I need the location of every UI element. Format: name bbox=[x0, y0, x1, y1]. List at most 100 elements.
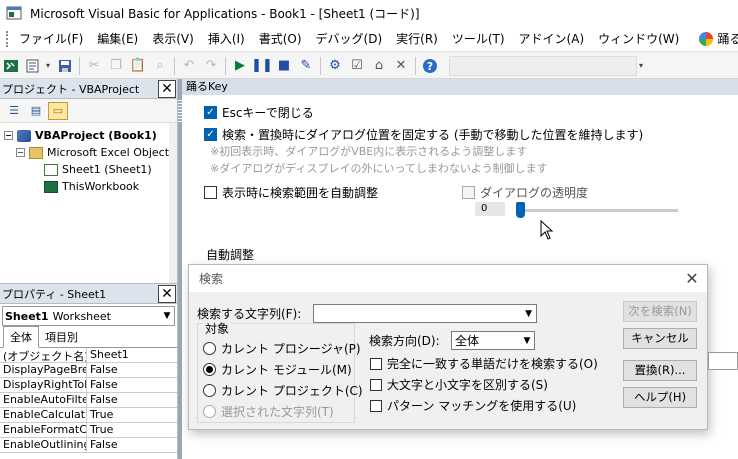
property-row[interactable]: DisplayPageBrea False bbox=[0, 363, 177, 378]
project-scrollbar[interactable] bbox=[169, 123, 177, 283]
help-icon[interactable]: ? bbox=[419, 56, 441, 76]
chevron-down-icon[interactable]: ▼ bbox=[160, 311, 174, 321]
property-key: DisplayPageBrea bbox=[0, 363, 87, 377]
object-browser-icon[interactable]: ⌂ bbox=[368, 56, 390, 76]
property-row[interactable]: EnableAutoFilter False bbox=[0, 393, 177, 408]
radio-current-procedure[interactable]: カレント プロシージャ(P) bbox=[203, 340, 361, 357]
property-value[interactable]: Sheet1 bbox=[87, 348, 129, 362]
close-icon[interactable]: ✕ bbox=[158, 79, 176, 98]
project-explorer-title: プロジェクト - VBAProject bbox=[2, 82, 140, 96]
redo-icon[interactable]: ↷ bbox=[200, 56, 222, 76]
close-icon[interactable]: ✕ bbox=[158, 284, 176, 303]
find-next-button[interactable]: 次を検索(N) bbox=[623, 301, 697, 322]
help-button[interactable]: ヘルプ(H) bbox=[623, 387, 697, 408]
run-icon[interactable]: ▶ bbox=[229, 56, 251, 76]
collapse-icon[interactable]: − bbox=[16, 148, 25, 157]
auto-range-checkbox[interactable] bbox=[204, 186, 217, 199]
property-row[interactable]: EnableFormatConTrue bbox=[0, 423, 177, 438]
chevron-down-icon[interactable]: ▼ bbox=[525, 309, 532, 319]
close-icon[interactable]: ✕ bbox=[677, 269, 707, 288]
find-dialog: 検索 ✕ 検索する文字列(F): ▼ 対象 カレント プロシージャ(P) カレン… bbox=[188, 264, 708, 430]
copy-icon[interactable]: ❐ bbox=[105, 56, 127, 76]
save-icon[interactable] bbox=[54, 56, 76, 76]
menu-tools[interactable]: ツール(T) bbox=[445, 27, 512, 51]
radio-current-module[interactable]: カレント モジュール(M) bbox=[203, 361, 352, 378]
property-row[interactable]: EnableOutlining False bbox=[0, 438, 177, 453]
insert-module-icon[interactable] bbox=[22, 56, 44, 76]
find-what-input[interactable]: ▼ bbox=[313, 304, 537, 323]
match-case-option[interactable]: 大文字と小文字を区別する(S) bbox=[370, 376, 548, 393]
menu-file[interactable]: ファイル(F) bbox=[12, 27, 90, 51]
object-select[interactable]: Sheet1 Worksheet ▼ bbox=[2, 306, 175, 326]
properties-window-icon[interactable]: ☑ bbox=[346, 56, 368, 76]
toggle-folders-icon[interactable]: ▭ bbox=[48, 101, 68, 120]
tab-categorized[interactable]: 項目別 bbox=[39, 327, 84, 347]
menu-window[interactable]: ウィンドウ(W) bbox=[591, 27, 686, 51]
design-mode-icon[interactable]: ✎ bbox=[295, 56, 317, 76]
break-icon[interactable]: ❚❚ bbox=[251, 56, 273, 76]
property-row[interactable]: (オブジェクト名) Sheet1 bbox=[0, 348, 177, 363]
replace-button[interactable]: 置換(R)... bbox=[623, 360, 697, 381]
project-explorer-tools: ☰ ▤ ▭ bbox=[0, 99, 177, 123]
tree-item[interactable]: Sheet1 (Sheet1) bbox=[4, 161, 177, 178]
view-excel-icon[interactable] bbox=[0, 56, 22, 76]
transparency-option[interactable]: ダイアログの透明度 bbox=[462, 184, 588, 201]
pattern-match-checkbox[interactable] bbox=[370, 399, 382, 412]
dialog-title: 検索 bbox=[199, 272, 224, 286]
radio-selected-text[interactable]: 選択された文字列(T) bbox=[203, 403, 334, 420]
radio-button[interactable] bbox=[203, 363, 216, 376]
whole-word-checkbox[interactable] bbox=[370, 357, 382, 370]
menu-addins[interactable]: アドイン(A) bbox=[512, 27, 592, 51]
menu-debug[interactable]: デバッグ(D) bbox=[309, 27, 390, 51]
fix-position-checkbox[interactable]: ✓ bbox=[204, 128, 217, 141]
project-explorer-icon[interactable]: ⚙ bbox=[324, 56, 346, 76]
view-code-icon[interactable]: ☰ bbox=[4, 102, 24, 120]
view-object-icon[interactable]: ▤ bbox=[26, 102, 46, 120]
toolbar-options-icon[interactable]: ▾ bbox=[639, 61, 647, 70]
find-icon[interactable]: ⌕ bbox=[149, 56, 171, 76]
transparency-slider-thumb[interactable] bbox=[516, 202, 525, 218]
menu-format[interactable]: 書式(O) bbox=[252, 27, 309, 51]
property-row[interactable]: EnableCalculatio True bbox=[0, 408, 177, 423]
insert-dropdown-icon[interactable]: ▾ bbox=[46, 61, 54, 70]
radio-button[interactable] bbox=[203, 342, 216, 355]
pattern-match-option[interactable]: パターン マッチングを使用する(U) bbox=[370, 397, 576, 414]
menu-edit[interactable]: 編集(E) bbox=[90, 27, 145, 51]
property-value[interactable]: False bbox=[87, 363, 118, 377]
property-value[interactable]: True bbox=[87, 408, 113, 422]
tree-item[interactable]: ThisWorkbook bbox=[4, 178, 177, 195]
tab-alphabetic[interactable]: 全体 bbox=[3, 326, 39, 348]
fix-position-option[interactable]: ✓ 検索・置換時にダイアログ位置を固定する (手動で移動した位置を維持します) bbox=[204, 126, 643, 143]
menu-insert[interactable]: 挿入(I) bbox=[201, 27, 252, 51]
property-value[interactable]: True bbox=[87, 423, 113, 437]
radio-button[interactable] bbox=[203, 384, 216, 397]
cancel-button[interactable]: キャンセル bbox=[623, 328, 697, 349]
collapse-icon[interactable]: − bbox=[4, 131, 13, 140]
paste-icon[interactable]: 📋 bbox=[127, 56, 149, 76]
undo-icon[interactable]: ↶ bbox=[178, 56, 200, 76]
tree-item[interactable]: − VBAProject (Book1) bbox=[4, 127, 177, 144]
reset-icon[interactable]: ■ bbox=[273, 56, 295, 76]
property-row[interactable]: DisplayRightToLeFalse bbox=[0, 378, 177, 393]
odoru-search-button[interactable]: 踊る検索 bbox=[694, 30, 738, 47]
esc-close-option[interactable]: ✓ Escキーで閉じる bbox=[204, 104, 314, 121]
menu-grip[interactable] bbox=[6, 30, 8, 47]
tree-item[interactable]: − Microsoft Excel Object bbox=[4, 144, 177, 161]
transparency-slider-track[interactable] bbox=[518, 209, 678, 212]
chevron-down-icon[interactable]: ▼ bbox=[520, 336, 534, 346]
menu-run[interactable]: 実行(R) bbox=[389, 27, 445, 51]
property-value[interactable]: False bbox=[87, 378, 118, 392]
auto-range-option[interactable]: 表示時に検索範囲を自動調整 bbox=[204, 184, 378, 201]
direction-select[interactable]: 全体 ▼ bbox=[451, 331, 535, 350]
radio-current-project[interactable]: カレント プロジェクト(C) bbox=[203, 382, 363, 399]
esc-close-checkbox[interactable]: ✓ bbox=[204, 106, 217, 119]
whole-word-option[interactable]: 完全に一致する単語だけを検索する(O) bbox=[370, 355, 598, 372]
property-value[interactable]: False bbox=[87, 438, 118, 452]
menu-view[interactable]: 表示(V) bbox=[145, 27, 201, 51]
toolbox-icon[interactable]: ✕ bbox=[390, 56, 412, 76]
property-value[interactable]: False bbox=[87, 393, 118, 407]
cut-icon[interactable]: ✂ bbox=[83, 56, 105, 76]
radio-button[interactable] bbox=[203, 405, 216, 418]
transparency-checkbox[interactable] bbox=[462, 186, 475, 199]
match-case-checkbox[interactable] bbox=[370, 378, 382, 391]
